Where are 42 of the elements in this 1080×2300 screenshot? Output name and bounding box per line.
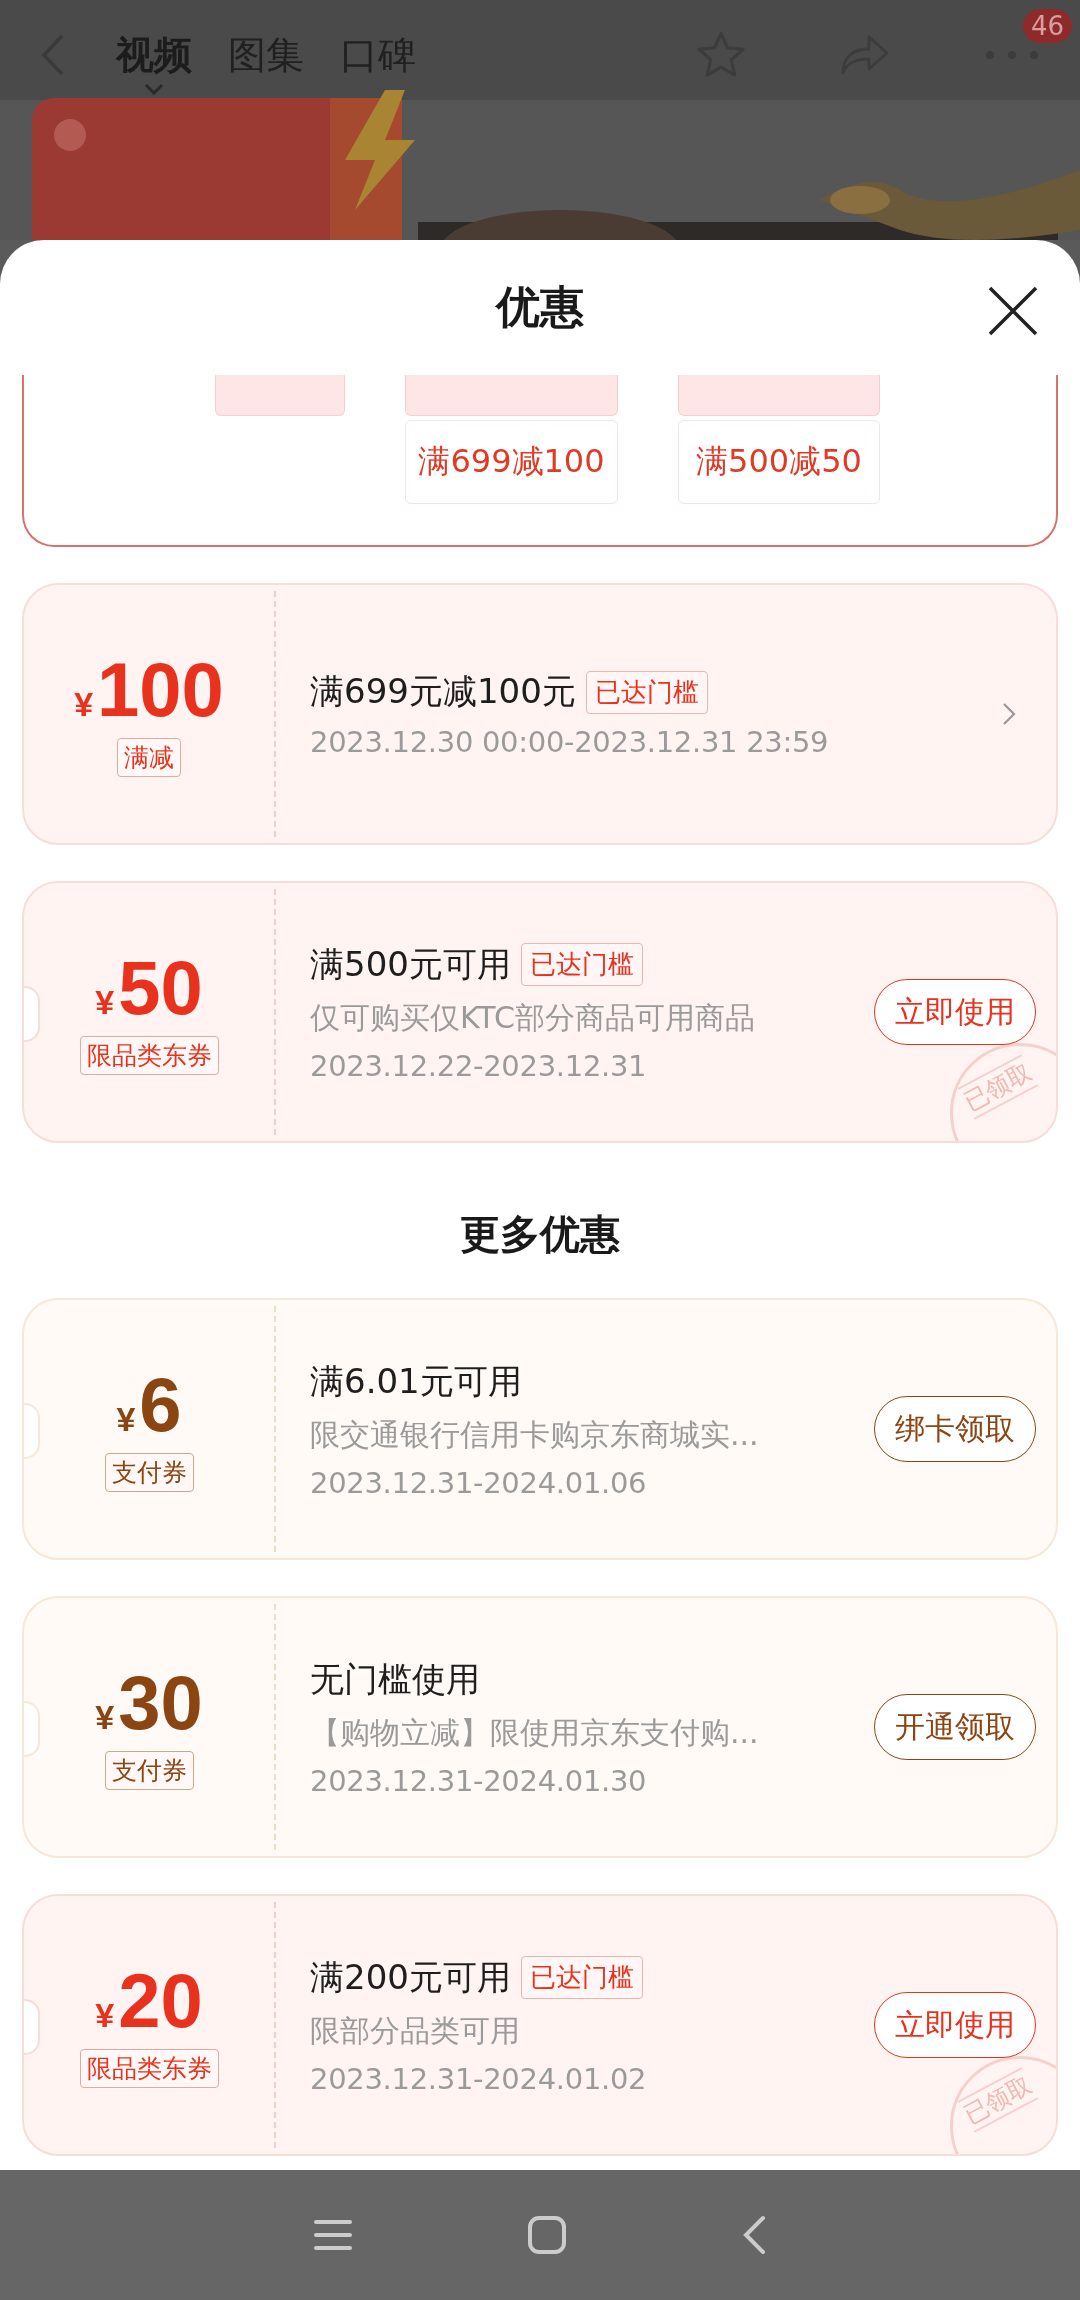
back-icon[interactable] (742, 2215, 766, 2255)
coupon-dates: 2023.12.31-2024.01.30 (310, 1763, 648, 1798)
coupon-amount: ¥30 (95, 1664, 203, 1741)
coupon-action-button[interactable]: 开通领取 (874, 1694, 1036, 1760)
menu-icon[interactable] (314, 2219, 352, 2251)
threshold-tag: 已达门槛 (520, 943, 643, 986)
coupon-amount: ¥6 (116, 1366, 182, 1443)
coupon-dates: 2023.12.22-2023.12.31 (310, 1048, 648, 1083)
caret-icon (144, 82, 164, 95)
coupon-action-button[interactable]: 立即使用 (874, 1992, 1036, 2058)
coupon-title: 满200元可用 (310, 1955, 511, 1999)
coupon-description: 限交通银行信用卡购京东商城实... (310, 1415, 760, 1454)
promo-value: 满500减50 (678, 420, 880, 504)
stamp-text: 已领取 (957, 2067, 1039, 2133)
coupon-title: 无门槛使用 (310, 1657, 480, 1701)
coupon-type-tag: 满减 (117, 737, 181, 777)
coupon-amount: ¥100 (74, 651, 224, 728)
coupon-title: 满699元减100元 (310, 670, 576, 713)
coupon-type-tag: 限品类东券 (79, 1035, 219, 1075)
coupon-type-tag: 支付券 (104, 1750, 194, 1790)
coupon-amount: ¥50 (95, 949, 203, 1026)
threshold-tag: 已达门槛 (585, 670, 708, 714)
coupon-description: 限部分品类可用 (310, 2011, 521, 2050)
sheet-title: 优惠 (496, 280, 584, 334)
promo-value: 满699减100 (405, 420, 618, 504)
coupon-dates: 2023.12.31-2024.01.06 (310, 1465, 648, 1500)
coupon-type-tag: 限品类东券 (79, 2048, 219, 2088)
coupon-action-button[interactable]: 绑卡领取 (874, 1396, 1036, 1462)
coupon-dates: 2023.12.30 00:00-2023.12.31 23:59 (310, 725, 830, 759)
coupon-dates: 2023.12.31-2024.01.02 (310, 2061, 648, 2096)
home-icon[interactable] (527, 2215, 567, 2255)
stamp-text: 已领取 (957, 1054, 1039, 1120)
chevron-right-icon[interactable] (1002, 702, 1016, 726)
coupon-type-tag: 支付券 (104, 1452, 194, 1492)
coupon-action-button[interactable]: 立即使用 (874, 979, 1036, 1045)
coupon-title: 满6.01元可用 (310, 1359, 522, 1403)
section-title: 更多优惠 (459, 1210, 621, 1259)
threshold-tag: 已达门槛 (520, 1956, 643, 1999)
coupon-description: 仅可购买仅KTC部分商品可用商品 (310, 998, 756, 1037)
coupon-amount: ¥20 (95, 1962, 203, 2039)
coupon-description: 【购物立减】限使用京东支付购... (310, 1713, 760, 1752)
coupon-title: 满500元可用 (310, 942, 511, 986)
